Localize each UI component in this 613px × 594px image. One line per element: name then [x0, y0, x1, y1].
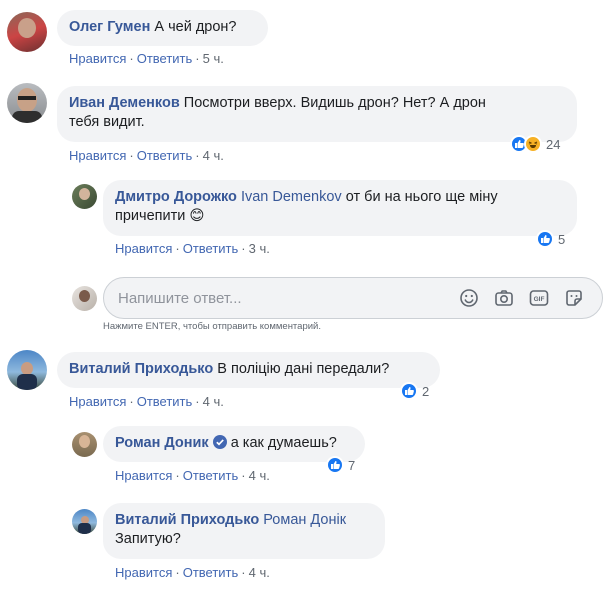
like-link[interactable]: Нравится	[115, 241, 172, 256]
reply-link[interactable]: Ответить	[137, 394, 193, 409]
like-reaction-icon	[536, 230, 554, 248]
reaction-count: 24	[546, 136, 561, 152]
reply-composer[interactable]: GIF	[103, 277, 603, 319]
reaction-count: 2	[422, 383, 430, 399]
comment-bubble: Виталий Приходько В поліцію дані передал…	[57, 352, 440, 388]
like-reaction-icon	[326, 456, 344, 474]
reply-link[interactable]: Ответить	[137, 51, 193, 66]
sticker-icon[interactable]	[564, 288, 584, 308]
comment-actions: Нравится · Ответить · 4 ч.	[115, 468, 270, 483]
comment-text: Посмотри вверх. Видишь дрон? Нет? А дрон	[183, 95, 486, 111]
like-link[interactable]: Нравится	[69, 148, 126, 163]
comment-actions: Нравится · Ответить · 4 ч.	[115, 565, 270, 580]
camera-icon[interactable]	[494, 288, 514, 308]
comment-text: В поліцію дані передали?	[217, 361, 390, 377]
comment-text: А чей дрон?	[154, 19, 237, 35]
timestamp[interactable]: 4 ч.	[203, 148, 224, 163]
avatar[interactable]	[72, 509, 97, 534]
verified-badge-icon	[212, 435, 227, 449]
smiling-emoji: 😊	[189, 208, 205, 224]
comment-author[interactable]: Олег Гумен	[69, 19, 150, 35]
timestamp[interactable]: 5 ч.	[203, 51, 224, 66]
like-link[interactable]: Нравится	[69, 51, 126, 66]
reaction-count: 7	[348, 457, 356, 473]
mention-link[interactable]: Ivan Demenkov	[241, 189, 342, 205]
emoji-icon[interactable]	[459, 288, 479, 308]
reply-link[interactable]: Ответить	[183, 241, 239, 256]
comment-bubble: Иван Деменков Посмотри вверх. Видишь дро…	[57, 86, 577, 142]
comment-text-cont: причепити	[115, 208, 186, 224]
comment-bubble: Дмитро Дорожко Ivan Demenkov от би на нь…	[103, 180, 577, 236]
comment-text: от би на нього ще міну	[345, 189, 498, 205]
reply-link[interactable]: Ответить	[183, 565, 239, 580]
comment-bubble: Олег Гумен А чей дрон?	[57, 10, 268, 46]
like-link[interactable]: Нравится	[115, 468, 172, 483]
reply-link[interactable]: Ответить	[137, 148, 193, 163]
reply-link[interactable]: Ответить	[183, 468, 239, 483]
comment-actions: Нравится · Ответить · 3 ч.	[115, 241, 270, 256]
comment-author[interactable]: Дмитро Дорожко	[115, 189, 237, 205]
timestamp[interactable]: 4 ч.	[249, 565, 270, 580]
reaction-summary[interactable]: 5	[536, 228, 565, 250]
comment-text-cont: тебя видит.	[69, 114, 145, 130]
comment-bubble: Виталий Приходько Роман Донік Запитую?	[103, 503, 385, 559]
avatar[interactable]	[7, 350, 47, 390]
avatar[interactable]	[72, 184, 97, 209]
reaction-count: 5	[558, 231, 566, 247]
reaction-summary[interactable]: 24	[510, 133, 560, 155]
enter-hint: Нажмите ENTER, чтобы отправить комментар…	[103, 321, 321, 332]
avatar[interactable]	[7, 83, 47, 123]
like-link[interactable]: Нравится	[115, 565, 172, 580]
comment-actions: Нравится · Ответить · 4 ч.	[69, 148, 224, 163]
mention-link[interactable]: Роман Донік	[263, 512, 346, 528]
comment-actions: Нравится · Ответить · 4 ч.	[69, 394, 224, 409]
reply-input[interactable]	[118, 278, 448, 318]
avatar[interactable]	[72, 432, 97, 457]
comment-text: Запитую?	[115, 531, 181, 547]
comment-text: а как думаешь?	[230, 435, 337, 451]
comment-author[interactable]: Виталий Приходько	[115, 512, 259, 528]
like-link[interactable]: Нравится	[69, 394, 126, 409]
timestamp[interactable]: 3 ч.	[249, 241, 270, 256]
comment-author[interactable]: Виталий Приходько	[69, 361, 213, 377]
reaction-summary[interactable]: 2	[400, 380, 429, 402]
timestamp[interactable]: 4 ч.	[203, 394, 224, 409]
haha-reaction-icon	[524, 135, 542, 153]
svg-text:GIF: GIF	[534, 296, 545, 303]
comment-author[interactable]: Роман Доник	[115, 435, 209, 451]
avatar[interactable]	[7, 12, 47, 52]
gif-icon[interactable]: GIF	[529, 288, 549, 308]
like-reaction-icon	[400, 382, 418, 400]
reaction-summary[interactable]: 7	[326, 454, 355, 476]
comment-actions: Нравится · Ответить · 5 ч.	[69, 51, 224, 66]
current-user-avatar[interactable]	[72, 286, 97, 311]
comment-author[interactable]: Иван Деменков	[69, 95, 180, 111]
timestamp[interactable]: 4 ч.	[249, 468, 270, 483]
